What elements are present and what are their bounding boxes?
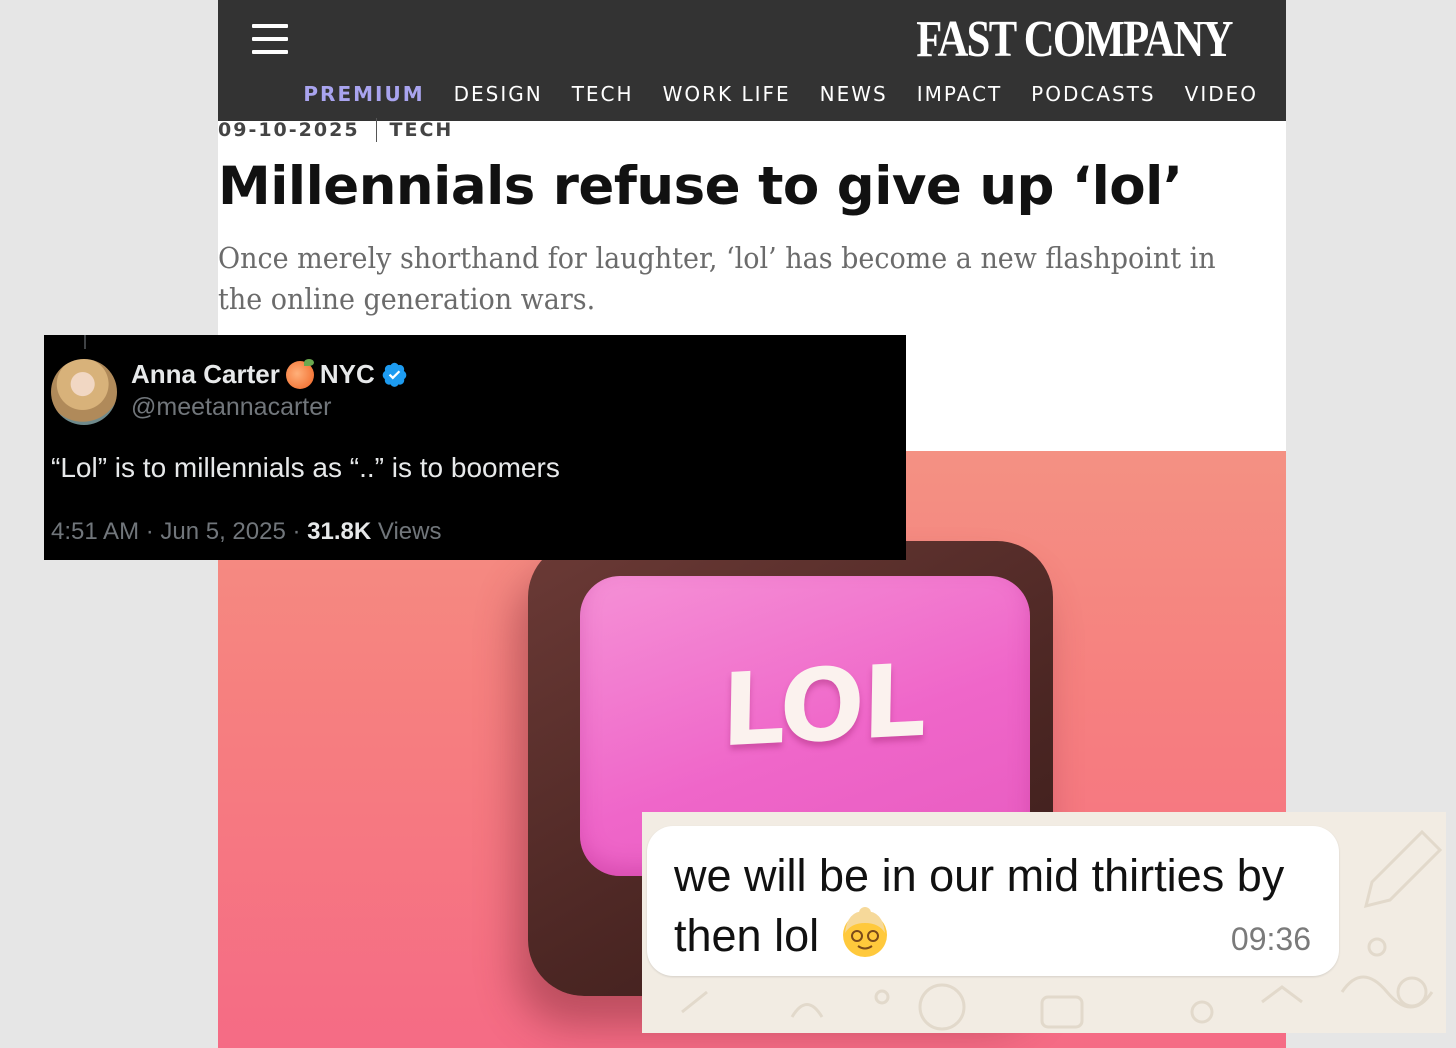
- nav-item-video[interactable]: VIDEO: [1185, 82, 1258, 106]
- older-woman-emoji-icon: [837, 905, 893, 961]
- primary-nav: PREMIUM DESIGN TECH WORK LIFE NEWS IMPAC…: [303, 82, 1258, 106]
- article-category[interactable]: TECH: [390, 119, 454, 141]
- avatar[interactable]: [51, 359, 117, 425]
- thread-line: [84, 335, 86, 349]
- article-date: 09-10-2025: [218, 119, 360, 141]
- author-location: NYC: [319, 359, 375, 389]
- nav-item-news[interactable]: NEWS: [820, 82, 888, 106]
- nav-item-tech[interactable]: TECH: [572, 82, 634, 106]
- dateline: 09-10-2025 TECH: [218, 118, 453, 142]
- peach-icon: [285, 358, 314, 389]
- dateline-divider: [375, 118, 377, 142]
- menu-icon[interactable]: [252, 24, 288, 56]
- verified-badge-icon: [382, 362, 407, 387]
- tweet-author[interactable]: Anna Carter NYC: [131, 358, 408, 390]
- views-label: Views: [371, 518, 442, 545]
- tweet-meta: 4:51 AM · Jun 5, 2025 · 31.8K Views: [51, 518, 441, 546]
- message-text: we will be in our mid thirties by then l…: [674, 850, 1285, 961]
- site-logo[interactable]: FAST COMPANY: [916, 10, 1233, 69]
- message-time: 09:36: [1230, 921, 1311, 957]
- author-handle[interactable]: @meetannacarter: [131, 393, 331, 422]
- nav-item-work-life[interactable]: WORK LIFE: [663, 82, 791, 106]
- tweet-card: Anna Carter NYC @meetannacarter “Lol” is…: [44, 335, 906, 560]
- article-headline: Millennials refuse to give up ‘lol’: [218, 156, 1183, 217]
- nav-item-design[interactable]: DESIGN: [454, 82, 543, 106]
- nav-item-premium[interactable]: PREMIUM: [303, 82, 424, 106]
- author-name[interactable]: Anna Carter: [131, 359, 280, 390]
- chat-screenshot: we will be in our mid thirties by then l…: [642, 812, 1446, 1033]
- nav-item-podcasts[interactable]: PODCASTS: [1031, 82, 1155, 106]
- tweet-timestamp[interactable]: 4:51 AM · Jun 5, 2025 ·: [51, 518, 307, 545]
- tweet-text: “Lol” is to millennials as “..” is to bo…: [51, 452, 560, 483]
- keycap-label: LOL: [720, 641, 926, 770]
- nav-item-impact[interactable]: IMPACT: [917, 82, 1002, 106]
- site-header: FAST COMPANY PREMIUM DESIGN TECH WORK LI…: [218, 0, 1286, 121]
- view-count: 31.8K: [307, 518, 372, 545]
- message-bubble[interactable]: we will be in our mid thirties by then l…: [647, 826, 1339, 976]
- article-dek: Once merely shorthand for laughter, ‘lol…: [218, 241, 1216, 316]
